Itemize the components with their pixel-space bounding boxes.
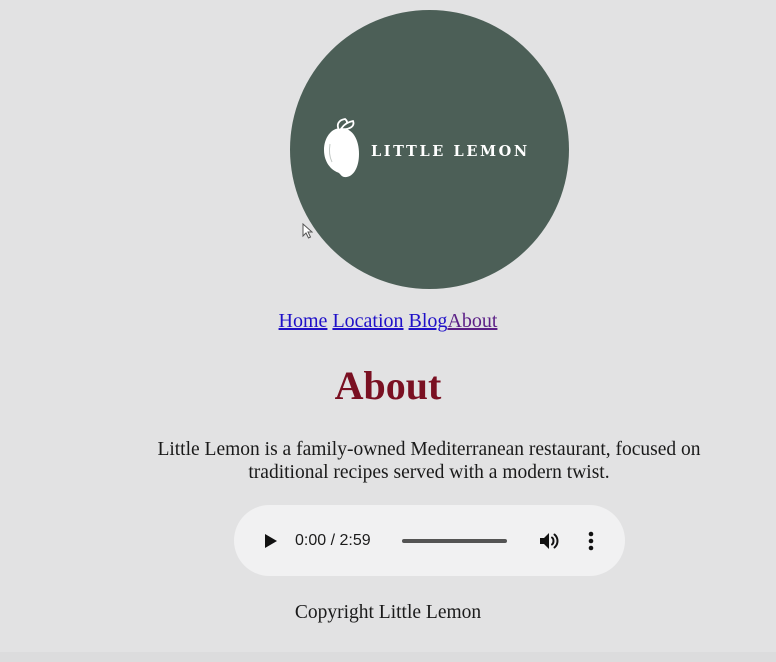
more-vertical-icon[interactable] xyxy=(582,529,600,553)
play-icon[interactable] xyxy=(260,531,280,551)
bottom-divider xyxy=(0,652,776,662)
main-nav: Home Location BlogAbout xyxy=(0,310,776,333)
audio-time-display: 0:00 / 2:59 xyxy=(295,532,371,549)
nav-link-blog[interactable]: Blog xyxy=(409,310,448,332)
lemon-icon xyxy=(324,118,359,178)
nav-link-home[interactable]: Home xyxy=(279,310,328,332)
nav-link-location[interactable]: Location xyxy=(332,310,403,332)
audio-player[interactable]: 0:00 / 2:59 xyxy=(234,505,625,576)
restaurant-description: Little Lemon is a family-owned Mediterra… xyxy=(157,439,701,483)
mouse-cursor-icon xyxy=(302,223,313,239)
volume-icon[interactable] xyxy=(537,529,561,553)
page-title: About xyxy=(334,363,442,408)
logo-text: LITTLE LEMON xyxy=(371,143,530,160)
audio-progress-bar[interactable] xyxy=(402,539,507,543)
nav-link-about[interactable]: About xyxy=(447,310,497,332)
logo[interactable]: LITTLE LEMON xyxy=(290,10,569,289)
copyright-text: Copyright Little Lemon xyxy=(294,602,482,623)
